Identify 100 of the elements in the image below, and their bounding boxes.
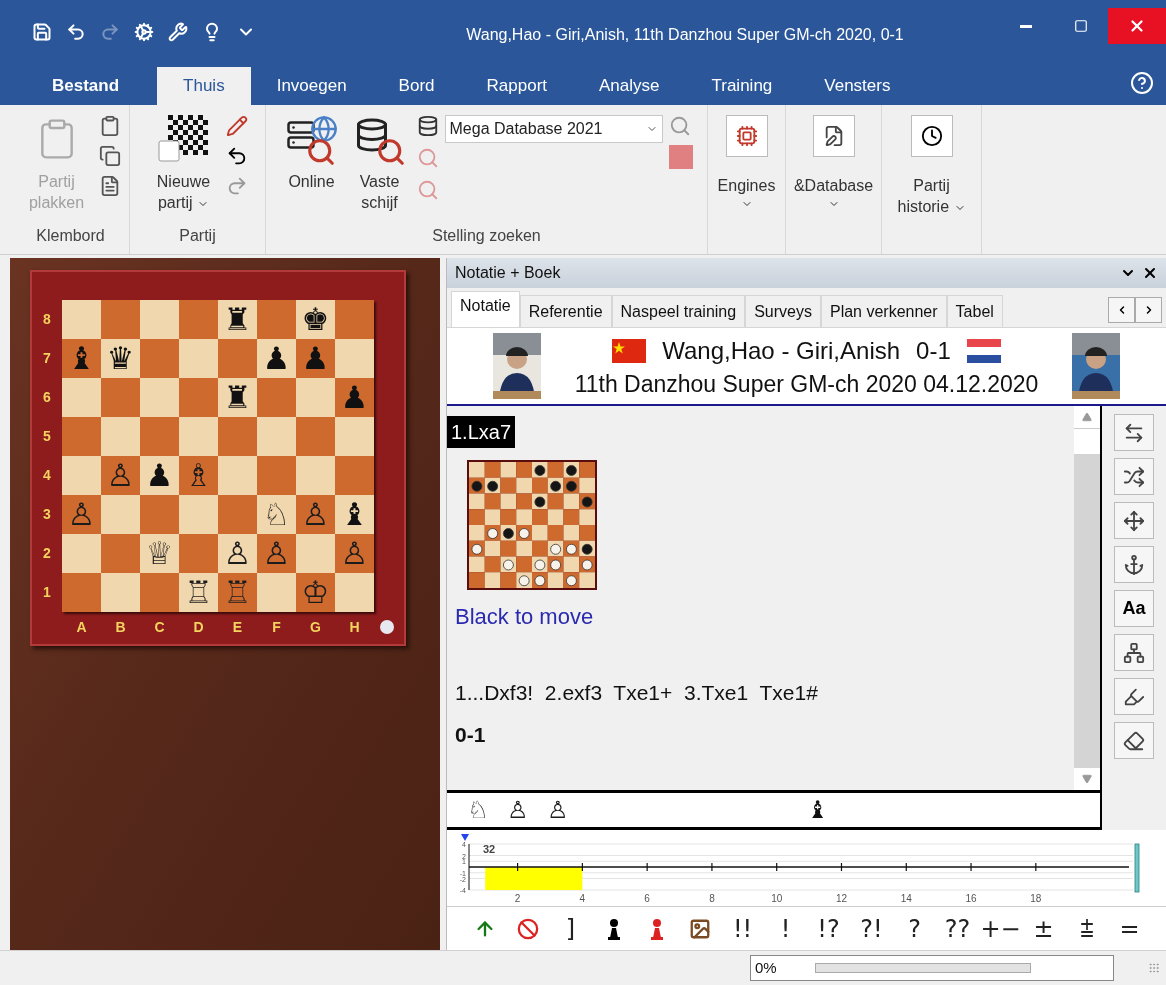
scroll-left-button[interactable] <box>1108 297 1135 323</box>
tool-button[interactable] <box>1114 678 1154 715</box>
current-move[interactable]: 1.Lxa7 <box>447 416 516 448</box>
board-square[interactable] <box>296 456 335 495</box>
chess-piece-icon <box>605 917 622 940</box>
board-square[interactable] <box>257 378 296 417</box>
database-select[interactable]: Mega Database 2021 <box>444 115 663 143</box>
dropdown-button[interactable]: Partij historie <box>885 115 978 217</box>
annotation-button[interactable]: = <box>1108 916 1151 941</box>
hard-disk-search-button[interactable]: Vaste schijf <box>348 115 411 213</box>
ribbon-tab[interactable]: Invoegen <box>250 67 373 105</box>
board-square[interactable] <box>335 300 374 339</box>
help-icon[interactable] <box>1130 71 1154 95</box>
board-square[interactable] <box>101 495 140 534</box>
search-icon[interactable] <box>416 179 439 201</box>
search-icon[interactable] <box>416 147 439 169</box>
board-square[interactable] <box>335 573 374 612</box>
board-square[interactable] <box>257 456 296 495</box>
board-square[interactable] <box>62 534 101 573</box>
board-square[interactable] <box>335 456 374 495</box>
board-square[interactable] <box>62 300 101 339</box>
board-square[interactable] <box>218 417 257 456</box>
board-square[interactable] <box>179 378 218 417</box>
scroll-thumb[interactable] <box>1074 428 1100 454</box>
annotation-button[interactable]: !? <box>807 916 850 941</box>
annotation-button[interactable]: !! <box>721 916 764 941</box>
board-square[interactable] <box>179 417 218 456</box>
dropdown-button[interactable]: Engines <box>708 115 785 210</box>
annotation-button[interactable]: ! <box>764 916 807 941</box>
board-square[interactable] <box>257 417 296 456</box>
tool-button[interactable] <box>1114 546 1154 583</box>
board-square[interactable] <box>335 339 374 378</box>
x-tick-label: 16 <box>965 893 977 904</box>
new-game-button[interactable]: Nieuwe partij <box>147 115 220 213</box>
annotation-button[interactable]: ] <box>549 916 592 941</box>
ribbon-tab[interactable]: Analyse <box>573 67 686 105</box>
close-button[interactable] <box>1108 8 1166 44</box>
tool-button[interactable] <box>1114 634 1154 671</box>
dropdown-button[interactable]: &Database <box>787 115 880 210</box>
board-square[interactable] <box>296 378 335 417</box>
board-square[interactable] <box>140 495 179 534</box>
board-square[interactable] <box>62 456 101 495</box>
font-button[interactable]: Aa <box>1114 590 1154 627</box>
close-icon[interactable] <box>1142 265 1158 281</box>
board-square[interactable] <box>296 417 335 456</box>
database-icon[interactable] <box>416 115 439 137</box>
ribbon-tab[interactable]: Thuis <box>157 67 251 105</box>
annotation-button[interactable]: ?! <box>850 916 893 941</box>
board-square[interactable] <box>101 534 140 573</box>
annotation-button[interactable]: +− <box>979 916 1022 941</box>
panel-tab[interactable]: Notatie <box>451 291 520 327</box>
board-square[interactable] <box>335 417 374 456</box>
ribbon-tab[interactable]: Rapport <box>460 67 573 105</box>
panel-tab[interactable]: Naspeel training <box>611 295 746 327</box>
board-square[interactable] <box>218 495 257 534</box>
board-square[interactable] <box>257 300 296 339</box>
board-square[interactable] <box>179 534 218 573</box>
copy-icon[interactable] <box>98 145 121 167</box>
pencil-icon[interactable] <box>225 115 248 137</box>
panel-tab[interactable]: Surveys <box>745 295 821 327</box>
online-search-button[interactable]: Online <box>280 115 343 192</box>
annotation-button[interactable]: ⩲ <box>1065 916 1108 941</box>
board-square[interactable] <box>101 300 140 339</box>
annotation-button[interactable]: ± <box>1022 916 1065 941</box>
search-icon[interactable] <box>668 115 691 137</box>
tool-button[interactable] <box>1114 502 1154 539</box>
board-square[interactable] <box>179 495 218 534</box>
board-square[interactable] <box>218 339 257 378</box>
board-square[interactable] <box>140 300 179 339</box>
file-tab[interactable]: Bestand <box>14 67 158 105</box>
board-square[interactable] <box>101 573 140 612</box>
tool-button[interactable] <box>1114 414 1154 451</box>
ribbon-tab[interactable]: Bord <box>372 67 461 105</box>
board-square[interactable] <box>218 456 257 495</box>
tool-button[interactable] <box>1114 722 1154 759</box>
board-square[interactable] <box>62 378 101 417</box>
tool-button[interactable] <box>1114 458 1154 495</box>
scroll-right-button[interactable] <box>1135 297 1162 323</box>
annotation-button[interactable]: ? <box>893 916 936 941</box>
board-square[interactable] <box>62 573 101 612</box>
panel-tab[interactable]: Plan verkenner <box>820 295 947 327</box>
board-square[interactable] <box>140 339 179 378</box>
board-square[interactable] <box>140 417 179 456</box>
board-square[interactable] <box>140 573 179 612</box>
board-square[interactable] <box>101 417 140 456</box>
ribbon-tab[interactable]: Training <box>685 67 799 105</box>
vertical-scrollbar[interactable] <box>1074 406 1100 790</box>
board-square[interactable] <box>257 573 296 612</box>
panel-tab[interactable]: Tabel <box>946 295 1003 327</box>
panel-tab[interactable]: Referentie <box>519 295 612 327</box>
board-square[interactable] <box>179 339 218 378</box>
board-icon[interactable] <box>668 145 693 169</box>
annotation-button[interactable]: ?? <box>936 916 979 941</box>
ribbon-tab[interactable]: Vensters <box>798 67 917 105</box>
board-square[interactable] <box>101 378 140 417</box>
board-square[interactable] <box>179 300 218 339</box>
board-square[interactable] <box>62 417 101 456</box>
board-square[interactable] <box>296 534 335 573</box>
board-square[interactable] <box>140 378 179 417</box>
resize-grip-icon[interactable] <box>1148 962 1160 974</box>
